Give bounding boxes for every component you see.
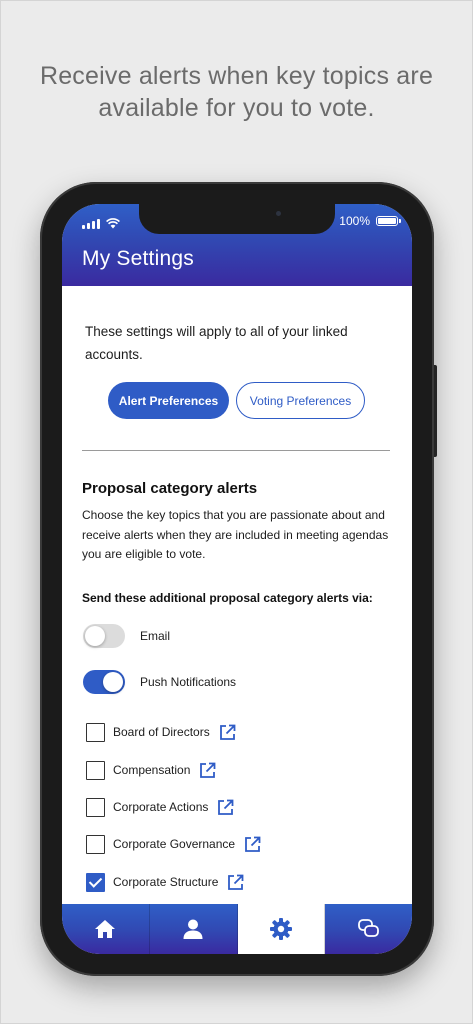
push-notifications-toggle[interactable] <box>83 670 125 694</box>
status-bar-left <box>82 217 120 229</box>
corporate-governance-checkbox[interactable] <box>86 834 105 854</box>
page-title: My Settings <box>82 247 194 270</box>
battery-percent: 100% <box>339 214 370 228</box>
external-link-icon[interactable] <box>219 724 236 741</box>
category-label: Corporate Governance <box>113 837 236 851</box>
category-label: Board of Directors <box>113 725 210 739</box>
push-toggle-row: Push Notifications <box>83 670 236 694</box>
external-link-icon[interactable] <box>227 874 244 891</box>
chat-icon <box>357 919 379 937</box>
category-row: Corporate Structure <box>86 872 244 892</box>
category-row: Compensation <box>86 760 216 780</box>
divider <box>82 450 390 451</box>
user-icon <box>183 919 203 939</box>
tab-profile[interactable] <box>150 904 238 954</box>
signal-bar <box>92 221 95 229</box>
signal-icon <box>82 225 85 229</box>
camera-dot <box>276 211 281 216</box>
tab-settings[interactable] <box>237 904 326 954</box>
home-icon <box>95 920 116 938</box>
external-link-icon[interactable] <box>217 799 234 816</box>
push-toggle-label: Push Notifications <box>140 675 237 689</box>
gear-icon <box>269 918 292 940</box>
external-link-icon[interactable] <box>199 762 216 779</box>
category-label: Corporate Structure <box>113 875 219 889</box>
phone-device: 100% My Settings These settings will app… <box>40 182 434 976</box>
section-title: Proposal category alerts <box>82 480 258 497</box>
wifi-icon <box>106 218 120 229</box>
tab-alert-preferences[interactable]: Alert Preferences <box>108 382 229 419</box>
corporate-actions-checkbox[interactable] <box>86 797 105 817</box>
phone-screen: 100% My Settings These settings will app… <box>62 204 412 954</box>
category-row: Corporate Governance <box>86 834 261 854</box>
email-toggle[interactable] <box>83 624 125 648</box>
battery-icon <box>376 216 401 226</box>
board-of-directors-checkbox[interactable] <box>86 722 105 742</box>
corporate-structure-checkbox[interactable] <box>86 872 105 892</box>
phone-notch <box>139 204 335 234</box>
email-toggle-label: Email <box>140 629 171 643</box>
intro-text: These settings will apply to all of your… <box>85 324 348 362</box>
tab-messages[interactable] <box>325 904 412 954</box>
category-row: Corporate Actions <box>86 797 234 817</box>
compensation-checkbox[interactable] <box>86 760 105 780</box>
settings-content: These settings will apply to all of your… <box>62 286 412 904</box>
channel-label: Send these additional proposal category … <box>82 591 373 605</box>
tab-voting-preferences[interactable]: Voting Preferences <box>236 382 365 419</box>
section-description: Choose the key topics that you are passi… <box>82 508 389 561</box>
category-row: Board of Directors <box>86 722 236 742</box>
email-toggle-row: Email <box>83 624 170 648</box>
signal-bar <box>97 219 100 229</box>
status-bar-right: 100% <box>339 214 401 228</box>
category-label: Corporate Actions <box>113 800 209 814</box>
tab-home[interactable] <box>62 904 150 954</box>
bottom-tab-bar <box>62 904 412 954</box>
category-label: Compensation <box>113 763 191 777</box>
signal-bar <box>87 223 90 229</box>
external-link-icon[interactable] <box>244 836 261 853</box>
promo-headline: Receive alerts when key topics are avail… <box>39 62 434 122</box>
